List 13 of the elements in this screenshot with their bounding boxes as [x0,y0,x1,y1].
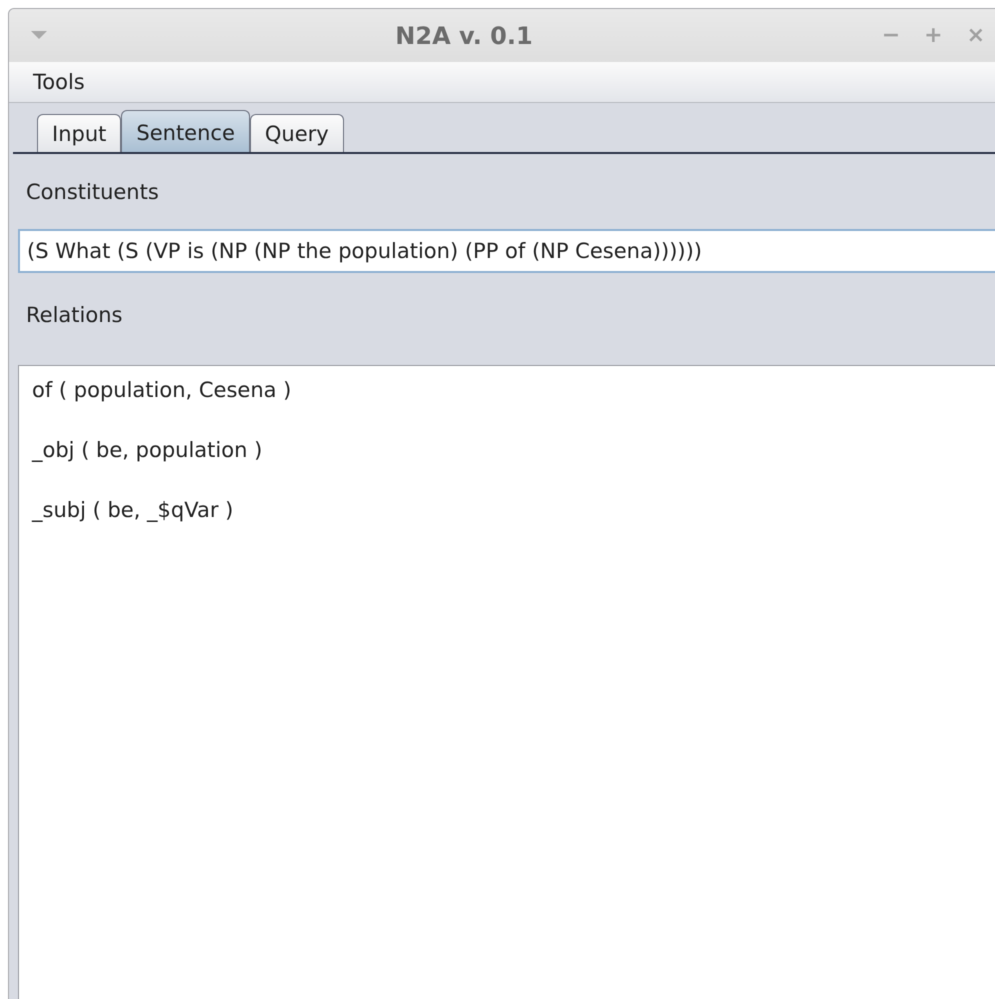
relation-line: _subj ( be, _$qVar ) [32,498,234,522]
window-title: N2A v. 0.1 [395,22,533,50]
relation-line: _obj ( be, population ) [32,438,262,462]
tab[interactable]: Input [37,114,122,152]
constituents-field[interactable]: (S What (S (VP is (NP (NP the population) (PP of (NP Cesena)))))) [18,229,995,273]
relations-area[interactable]: of ( population, Cesena ) _obj ( be, population ) _subj ( be, _$qVar ) [18,365,995,999]
constituents-label: Constituents [25,179,160,206]
tab[interactable]: Query [250,114,344,152]
menu-item[interactable]: Tools [33,70,85,94]
relation-line: of ( population, Cesena ) [32,378,292,402]
dropdown-icon[interactable] [31,31,47,40]
tab[interactable]: Sentence [121,110,250,152]
relations-label: Relations [25,302,124,329]
